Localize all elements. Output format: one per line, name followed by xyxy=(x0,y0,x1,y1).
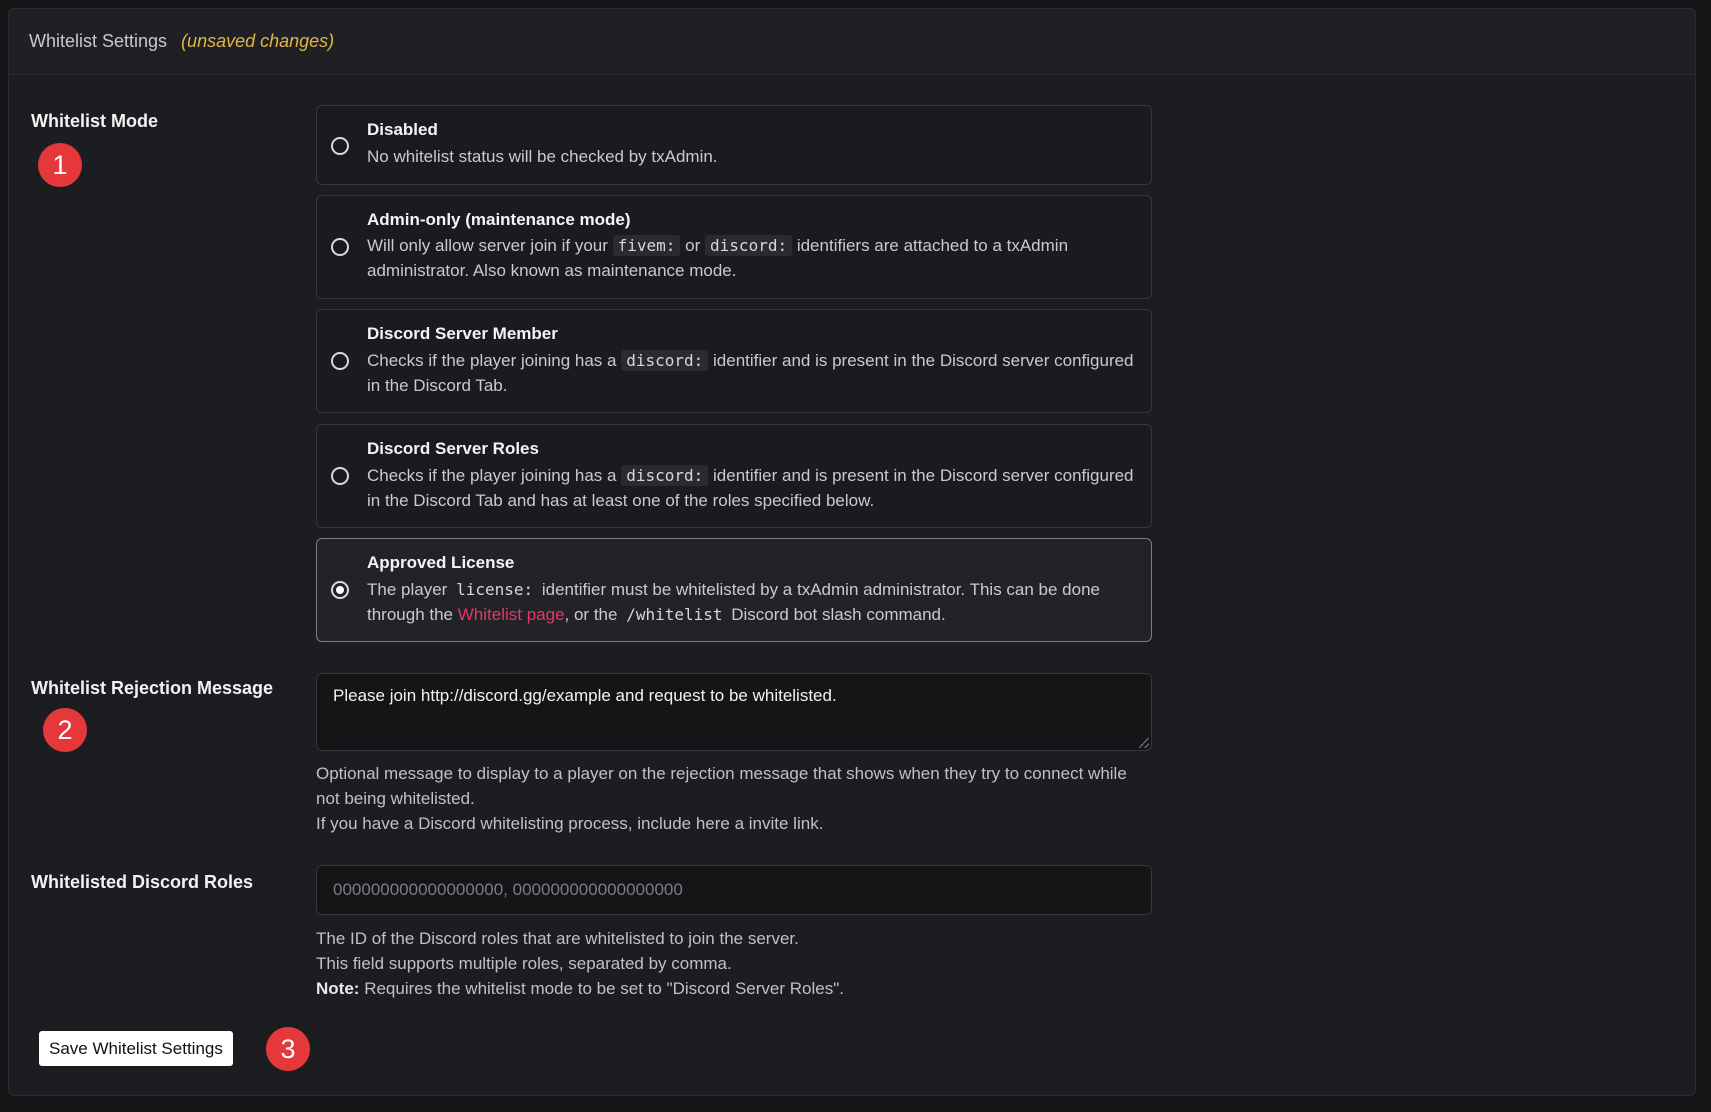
option-disabled[interactable]: Disabled No whitelist status will be che… xyxy=(316,105,1152,185)
rejection-help-text: Optional message to display to a player … xyxy=(316,761,1152,836)
discord-roles-input[interactable] xyxy=(316,865,1152,915)
option-title: Discord Server Member xyxy=(367,324,558,343)
rejection-message-input[interactable]: Please join http://discord.gg/example an… xyxy=(316,673,1152,751)
desc-text: or xyxy=(685,236,701,255)
option-approved-license[interactable]: Approved License The player license: ide… xyxy=(316,538,1152,642)
code-discord: discord: xyxy=(705,235,793,256)
discord-roles-label: Whitelisted Discord Roles xyxy=(31,872,254,892)
option-description: Will only allow server join if your five… xyxy=(367,233,1137,283)
step-badge-3: 3 xyxy=(266,1027,310,1071)
radio-approved-license[interactable] xyxy=(331,581,349,599)
option-discord-member[interactable]: Discord Server Member Checks if the play… xyxy=(316,309,1152,413)
page-title: Whitelist Settings xyxy=(29,31,168,51)
option-title: Disabled xyxy=(367,120,438,139)
save-whitelist-settings-button[interactable]: Save Whitelist Settings xyxy=(39,1031,233,1066)
help-line: The ID of the Discord roles that are whi… xyxy=(316,929,799,948)
option-title: Discord Server Roles xyxy=(367,439,539,458)
note-label: Note: xyxy=(316,979,360,998)
option-admin-only[interactable]: Admin-only (maintenance mode) Will only … xyxy=(316,195,1152,299)
help-line: Note: Requires the whitelist mode to be … xyxy=(316,976,1152,1001)
whitelist-mode-label: Whitelist Mode xyxy=(31,111,158,131)
code-whitelist-command: /whitelist xyxy=(626,605,723,624)
radio-discord-roles[interactable] xyxy=(331,467,349,485)
option-title: Approved License xyxy=(367,553,515,572)
help-line: This field supports multiple roles, sepa… xyxy=(316,954,732,973)
option-description: No whitelist status will be checked by t… xyxy=(367,147,718,166)
option-discord-roles[interactable]: Discord Server Roles Checks if the playe… xyxy=(316,424,1152,528)
step-badge-2: 2 xyxy=(43,708,87,752)
note-text: Requires the whitelist mode to be set to… xyxy=(364,979,844,998)
desc-text: Will only allow server join if your xyxy=(367,236,608,255)
step-badge-1: 1 xyxy=(38,143,82,187)
option-description: Checks if the player joining has a disco… xyxy=(367,348,1137,398)
radio-admin-only[interactable] xyxy=(331,238,349,256)
option-title: Admin-only (maintenance mode) xyxy=(367,210,631,229)
desc-text: , or the xyxy=(564,605,618,624)
option-description: The player license: identifier must be w… xyxy=(367,577,1137,627)
card-header: Whitelist Settings (unsaved changes) xyxy=(9,9,1695,75)
desc-text: Checks if the player joining has a xyxy=(367,466,617,485)
help-line: Optional message to display to a player … xyxy=(316,764,1127,808)
option-description: Checks if the player joining has a disco… xyxy=(367,463,1137,513)
code-fivem: fivem: xyxy=(612,235,681,256)
desc-text: The player xyxy=(367,580,448,599)
roles-help-text: The ID of the Discord roles that are whi… xyxy=(316,926,1152,1001)
code-discord: discord: xyxy=(621,350,709,371)
unsaved-changes-indicator: (unsaved changes) xyxy=(181,31,335,51)
radio-disabled[interactable] xyxy=(331,137,349,155)
desc-text: Checks if the player joining has a xyxy=(367,351,617,370)
code-license: license: xyxy=(456,580,534,599)
whitelist-page-link[interactable]: Whitelist page xyxy=(458,605,565,624)
resize-handle[interactable] xyxy=(1139,738,1149,748)
help-line: If you have a Discord whitelisting proce… xyxy=(316,814,824,833)
desc-text: Discord bot slash command. xyxy=(731,605,946,624)
code-discord: discord: xyxy=(621,465,709,486)
radio-discord-member[interactable] xyxy=(331,352,349,370)
rejection-message-label: Whitelist Rejection Message xyxy=(31,678,274,698)
